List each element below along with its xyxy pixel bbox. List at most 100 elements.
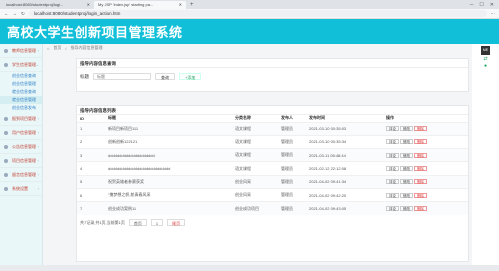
list-panel: 指导内容信息列表 ID 标题 分类名称 发布人 发布时间 操作 1 新项目新项目1…	[76, 105, 469, 262]
col-actions: 操作	[386, 115, 394, 121]
delete-button[interactable]: 删除	[414, 179, 427, 185]
col-title: 标题	[108, 115, 116, 121]
comment-button[interactable]: 评论	[386, 152, 399, 158]
tab-title: localhost:8080/studentproj/logi...	[6, 2, 64, 7]
address-bar: ← → ↻ localhost:8080/studentproj/login_a…	[0, 9, 499, 19]
menu-icon[interactable]: ⋯	[491, 11, 496, 17]
table-header-row: ID 标题 分类名称 发布人 发布时间 操作	[77, 115, 468, 122]
delete-button[interactable]: 删除	[414, 139, 427, 145]
delete-button[interactable]: 删除	[414, 166, 427, 172]
sidebar-group-label: 报到项目管理	[12, 116, 36, 121]
breadcrumb: ⌂ 首页 / 指导内容信息管理	[43, 44, 472, 52]
delete-button[interactable]: 删除	[414, 126, 427, 132]
table-row: 4 dddddddddddddddddddddddddddd 语文课程 管理员 2021…	[77, 161, 468, 176]
sidebar-group-settings[interactable]: 系统设置 ›	[0, 182, 42, 196]
url-field[interactable]: localhost:8080/studentproj/login_action.…	[28, 10, 487, 17]
cell-actions: 评论 修改 删除	[383, 174, 468, 189]
sidebar-item[interactable]: 创业信息管理	[0, 80, 42, 88]
page-number-button[interactable]: 1	[150, 219, 164, 227]
comment-button[interactable]: 评论	[386, 206, 399, 212]
pagination: 共7记录,共1页,当前第1页 首页 1 尾页	[77, 215, 468, 227]
edit-button[interactable]: 修改	[400, 152, 413, 158]
delete-button[interactable]: 删除	[414, 206, 427, 212]
maximize-icon[interactable]: ☐	[479, 2, 483, 8]
cell-publisher: 管理员	[278, 201, 306, 216]
sidebar-item[interactable]: 就业信息管理	[0, 96, 42, 104]
search-panel-title: 指导内容信息查询	[77, 59, 468, 68]
minimize-icon[interactable]: ─	[470, 2, 474, 8]
cell-actions: 评论 修改 删除	[383, 134, 468, 149]
close-icon[interactable]: ✕	[87, 1, 90, 9]
sidebar-item[interactable]: 创业信息查询	[0, 72, 42, 80]
main-content: ⌂ 首页 / 指导内容信息管理 指导内容信息查询 标题 查询 +添加 指导内容信…	[43, 44, 472, 265]
comment-button[interactable]: 评论	[386, 139, 399, 145]
cell-category: 创业成功项目	[232, 201, 278, 216]
search-button[interactable]: 查询	[155, 73, 175, 80]
title-search-input[interactable]	[93, 73, 151, 80]
chevron-right-icon: ›	[37, 48, 39, 53]
cell-actions: 评论 修改 删除	[383, 187, 468, 202]
edit-button[interactable]: 修改	[400, 139, 413, 145]
menu-icon	[4, 173, 8, 177]
cell-publisher: 管理员	[278, 174, 306, 189]
table-row: 3 ddddddddddddddddddddd 语文课程 管理员 2021-03-11 …	[77, 148, 468, 162]
col-time: 发布时间	[309, 115, 325, 121]
cell-category: 语文课程	[232, 134, 278, 149]
toolbar-badge-icon[interactable]: ME	[481, 46, 490, 55]
delete-button[interactable]: 删除	[414, 152, 427, 158]
comment-button[interactable]: 评论	[386, 126, 399, 132]
new-tab-icon[interactable]: +	[186, 1, 198, 9]
chevron-right-icon: ›	[37, 158, 39, 163]
sidebar-group-user[interactable]: 用户信息管理 ›	[0, 126, 42, 140]
forward-icon[interactable]: →	[13, 11, 18, 16]
edit-button[interactable]: 修改	[400, 206, 413, 212]
home-icon: ⌂	[47, 45, 50, 51]
browser-tab-1[interactable]: localhost:8080/studentproj/logi... ✕	[2, 1, 94, 9]
sidebar-group-report[interactable]: 报到项目管理 ›	[0, 112, 42, 126]
cell-time: 2021-03-10 00:35:34	[306, 134, 383, 149]
cell-time: 2021-04-02 09:41:34	[306, 174, 383, 189]
sidebar-group-student[interactable]: 学生信息管理 ⌄	[0, 58, 42, 72]
edit-button[interactable]: 修改	[400, 126, 413, 132]
sidebar-group-label: 教师信息管理	[12, 48, 36, 53]
cell-id: 4	[77, 161, 105, 176]
browser-tab-2[interactable]: My JSP 'index.jsp' starting pa... ✕	[94, 1, 186, 9]
cell-publisher: 管理员	[278, 134, 306, 149]
close-icon[interactable]: ✕	[179, 1, 182, 9]
table-row: 1 新项目新项目111 语文课程 管理员 2021-03-10 00:35:03 评论 修改…	[77, 121, 468, 136]
delete-button[interactable]: 删除	[414, 192, 427, 198]
back-icon[interactable]: ←	[4, 11, 9, 16]
status-icon[interactable]: ●	[472, 63, 499, 69]
menu-icon	[4, 49, 8, 53]
edit-button[interactable]: 修改	[400, 192, 413, 198]
translate-icon[interactable]: ⇄	[472, 56, 499, 62]
chevron-right-icon: ›	[37, 130, 39, 135]
page-title: 高校大学生创新项目管理系统	[7, 25, 183, 40]
cell-publisher: 管理员	[278, 187, 306, 202]
edit-button[interactable]: 修改	[400, 179, 413, 185]
cell-title: 祝贺英雄者参赛获奖	[105, 174, 232, 189]
search-label: 标题	[80, 73, 89, 79]
sidebar-group-notice[interactable]: 公告信息管理 ›	[0, 140, 42, 154]
edit-button[interactable]: 修改	[400, 166, 413, 172]
chevron-right-icon: ›	[37, 144, 39, 149]
col-category: 分类名称	[235, 115, 251, 121]
cell-id: 2	[77, 134, 105, 149]
sidebar-group-project[interactable]: 项目信息管理 ›	[0, 154, 42, 168]
sidebar-item[interactable]: 就业信息查询	[0, 88, 42, 96]
first-page-button[interactable]: 首页	[128, 219, 147, 227]
breadcrumb-home[interactable]: 首页	[53, 45, 61, 51]
reload-icon[interactable]: ↻	[21, 11, 25, 17]
sidebar-group-teacher[interactable]: 教师信息管理 ›	[0, 44, 42, 58]
cell-title: 创新创新122121	[105, 134, 232, 149]
comment-button[interactable]: 评论	[386, 192, 399, 198]
cell-category: 语文课程	[232, 121, 278, 136]
sidebar-group-label: 系统设置	[12, 186, 28, 191]
add-button[interactable]: +添加	[179, 73, 202, 80]
comment-button[interactable]: 评论	[386, 179, 399, 185]
last-page-button[interactable]: 尾页	[167, 219, 186, 227]
comment-button[interactable]: 评论	[386, 166, 399, 172]
close-window-icon[interactable]: ✕	[490, 2, 494, 8]
sidebar-group-message[interactable]: 留言信息管理 ›	[0, 168, 42, 182]
sidebar-item[interactable]: 创业信息发布	[0, 104, 42, 112]
